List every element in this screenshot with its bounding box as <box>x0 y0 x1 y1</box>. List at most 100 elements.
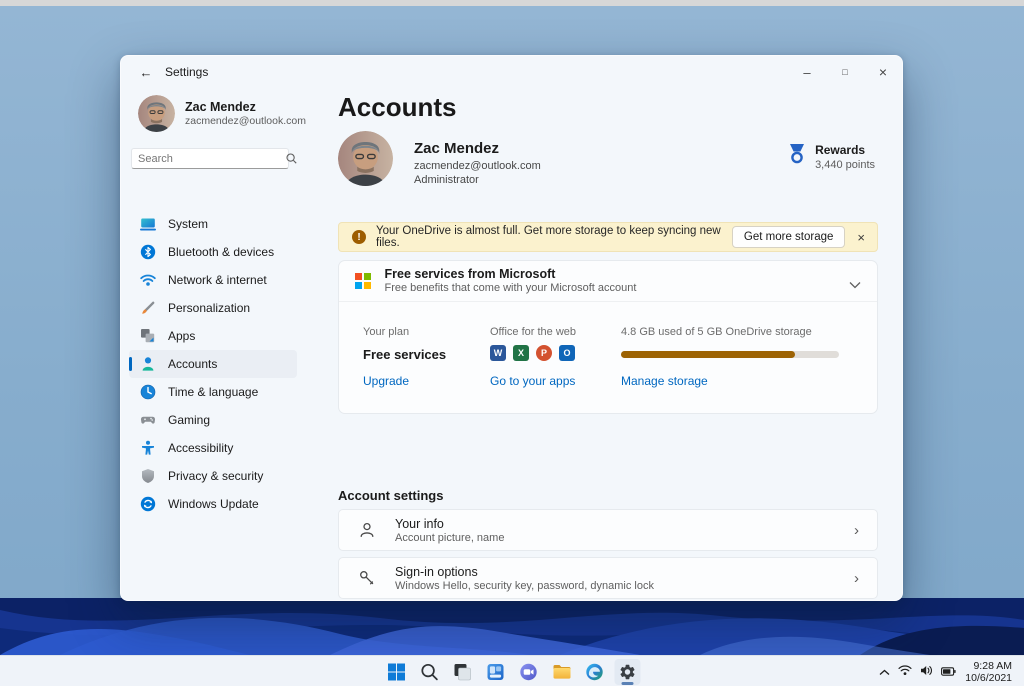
account-email: zacmendez@outlook.com <box>414 160 541 172</box>
bluetooth-icon <box>140 244 156 260</box>
page-title: Accounts <box>338 92 457 122</box>
sidebar-profile-name: Zac Mendez <box>185 99 256 114</box>
office-app-icons: W X P O <box>490 345 575 361</box>
go-to-apps-link[interactable]: Go to your apps <box>490 374 575 388</box>
sidebar-item-privacy-security[interactable]: Privacy & security <box>129 462 297 490</box>
sidebar-profile-text: Zac Mendez zacmendez@outlook.com <box>185 100 306 128</box>
sidebar-item-label: Accessibility <box>168 441 234 455</box>
get-more-storage-button[interactable]: Get more storage <box>731 226 846 248</box>
bloom-wallpaper <box>0 598 1024 655</box>
storage-progress-fill <box>621 351 796 358</box>
taskbar-clock[interactable]: 9:28 AM 10/6/2021 <box>965 660 1012 684</box>
sidebar-item-label: Gaming <box>168 413 211 427</box>
maximize-button[interactable]: □ <box>826 56 864 88</box>
card-title: Free services from Microsoft <box>384 267 556 281</box>
edge-icon[interactable] <box>582 659 608 685</box>
section-title: Account settings <box>338 488 444 503</box>
rewards-points: 3,440 points <box>815 159 875 171</box>
tray-wifi-icon[interactable] <box>898 663 912 681</box>
sidebar-item-network-internet[interactable]: Network & internet <box>129 266 297 294</box>
system-icon <box>140 216 156 232</box>
sidebar-item-label: Network & internet <box>168 273 267 287</box>
window-title: Settings <box>165 65 209 79</box>
rewards-block[interactable]: Rewards 3,440 points <box>788 143 875 172</box>
chevron-right-icon: › <box>854 569 859 587</box>
widgets-icon[interactable] <box>483 659 509 685</box>
sidebar-item-apps[interactable]: Apps <box>129 322 297 350</box>
sidebar-item-label: Privacy & security <box>168 469 264 483</box>
sidebar-item-system[interactable]: System <box>129 210 297 238</box>
sidebar-item-personalization[interactable]: Personalization <box>129 294 297 322</box>
key-icon <box>357 568 377 588</box>
sidebar-item-accounts[interactable]: Accounts <box>129 350 297 378</box>
rewards-text: Rewards 3,440 points <box>815 143 875 172</box>
brush-icon <box>140 300 156 316</box>
excel-icon: X <box>513 345 529 361</box>
plan-value: Free services <box>363 347 447 362</box>
tray-icons <box>879 663 956 681</box>
window-controls: – □ × <box>788 56 902 88</box>
gamepad-icon <box>140 412 156 428</box>
taskbar-search-icon[interactable] <box>417 659 443 685</box>
sidebar-item-time-language[interactable]: Time & language <box>129 378 297 406</box>
sidebar-item-bluetooth-devices[interactable]: Bluetooth & devices <box>129 238 297 266</box>
banner-message: Your OneDrive is almost full. Get more s… <box>376 225 721 249</box>
row-text: Sign-in options Windows Hello, security … <box>395 564 654 593</box>
sidebar-item-label: Bluetooth & devices <box>168 245 275 259</box>
upgrade-link[interactable]: Upgrade <box>363 374 409 388</box>
your-info-row[interactable]: Your info Account picture, name › <box>338 509 878 551</box>
sidebar-item-label: System <box>168 217 209 231</box>
sign-in-options-row[interactable]: Sign-in options Windows Hello, security … <box>338 557 878 599</box>
rewards-medal-icon <box>788 144 806 171</box>
sidebar-item-gaming[interactable]: Gaming <box>129 406 297 434</box>
card-subtitle: Free benefits that come with your Micros… <box>384 282 637 294</box>
sidebar-item-label: Apps <box>168 329 196 343</box>
sidebar-profile[interactable]: Zac Mendez zacmendez@outlook.com <box>138 95 306 132</box>
taskbar-center-icons <box>384 656 641 686</box>
person-icon <box>357 520 377 540</box>
account-header: Zac Mendez zacmendez@outlook.com Adminis… <box>338 131 878 187</box>
search-icon <box>286 153 304 164</box>
avatar <box>338 131 393 186</box>
microsoft-logo-icon <box>355 273 371 289</box>
clock-globe-icon <box>140 384 156 400</box>
free-services-header[interactable]: Free services from Microsoft Free benefi… <box>339 261 877 302</box>
banner-close-icon[interactable]: × <box>855 230 877 245</box>
sidebar-item-windows-update[interactable]: Windows Update <box>129 490 297 518</box>
rewards-label: Rewards <box>815 143 866 157</box>
chevron-up-icon[interactable] <box>879 663 890 681</box>
sidebar-item-label: Windows Update <box>168 497 259 511</box>
apps-icon <box>140 328 156 344</box>
shield-icon <box>140 468 156 484</box>
storage-label: 4.8 GB used of 5 GB OneDrive storage <box>621 326 812 338</box>
row-title: Sign-in options <box>395 564 478 579</box>
task-view-icon[interactable] <box>450 659 476 685</box>
close-button[interactable]: × <box>864 56 902 88</box>
settings-taskbar-icon[interactable] <box>614 658 641 685</box>
sidebar-profile-email: zacmendez@outlook.com <box>185 114 306 127</box>
windows-update-icon <box>140 496 156 512</box>
chat-icon[interactable] <box>516 659 542 685</box>
minimize-button[interactable]: – <box>788 56 826 88</box>
sidebar-item-label: Personalization <box>168 301 251 315</box>
tray-volume-icon[interactable] <box>920 663 933 681</box>
manage-storage-link[interactable]: Manage storage <box>621 374 708 388</box>
clock-date: 10/6/2021 <box>965 671 1012 684</box>
titlebar[interactable]: ← Settings – □ × <box>121 56 902 88</box>
row-subtitle: Windows Hello, security key, password, d… <box>395 579 654 592</box>
start-button[interactable] <box>384 659 410 685</box>
clock-time: 9:28 AM <box>973 659 1012 672</box>
back-button[interactable]: ← <box>134 62 158 82</box>
warning-icon: ! <box>352 230 366 244</box>
office-label: Office for the web <box>490 326 577 338</box>
search-input[interactable] <box>132 152 286 165</box>
onedrive-warning-banner: ! Your OneDrive is almost full. Get more… <box>338 222 878 252</box>
tray-battery-icon[interactable] <box>941 663 956 681</box>
file-explorer-icon[interactable] <box>549 659 575 685</box>
chevron-down-icon[interactable] <box>849 276 861 294</box>
sidebar-item-accessibility[interactable]: Accessibility <box>129 434 297 462</box>
accounts-icon <box>140 356 156 372</box>
search-box[interactable] <box>131 148 297 169</box>
main-content: Accounts Zac Mendez zacmendez@outlook.co… <box>337 88 902 600</box>
avatar <box>138 95 175 132</box>
